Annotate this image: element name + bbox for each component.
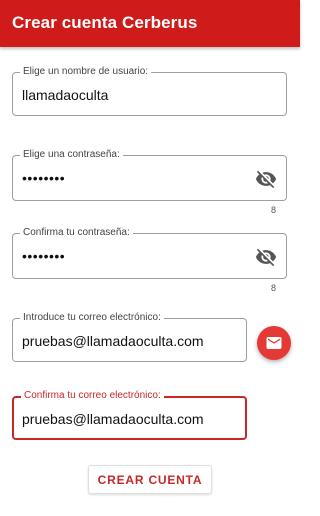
password-confirm-label: Confirma tu contraseña: [20,227,133,239]
password-value: •••••••• [22,170,66,186]
email-confirm-label: Confirma tu correo electrónico: [21,390,164,402]
username-value: llamadaoculta [22,87,109,103]
password-char-counter: 8 [271,205,277,215]
email-label: Introduce tu correo electrónico: [20,312,164,324]
password-label: Elige una contraseña: [20,149,123,161]
email-field[interactable]: Introduce tu correo electrónico: pruebas… [12,312,247,362]
app-bar: Crear cuenta Cerberus [0,0,300,47]
password-confirm-field[interactable]: Confirma tu contraseña: •••••••• [12,227,287,279]
username-field[interactable]: Elige un nombre de usuario: llamadaocult… [12,66,287,116]
visibility-off-icon[interactable] [255,246,277,268]
mail-icon [266,337,282,349]
email-confirm-value: pruebas@llamadaoculta.com [22,411,204,427]
email-value: pruebas@llamadaoculta.com [22,333,204,349]
visibility-off-icon[interactable] [255,168,277,190]
app-title: Crear cuenta Cerberus [12,13,198,32]
mail-fab-button[interactable] [257,326,291,360]
password-field[interactable]: Elige una contraseña: •••••••• [12,149,287,201]
create-account-button[interactable]: CREAR CUENTA [88,465,212,494]
username-label: Elige un nombre de usuario: [20,66,152,78]
email-confirm-field[interactable]: Confirma tu correo electrónico: pruebas@… [12,390,247,440]
password-confirm-char-counter: 8 [271,283,277,293]
password-confirm-value: •••••••• [22,248,66,264]
